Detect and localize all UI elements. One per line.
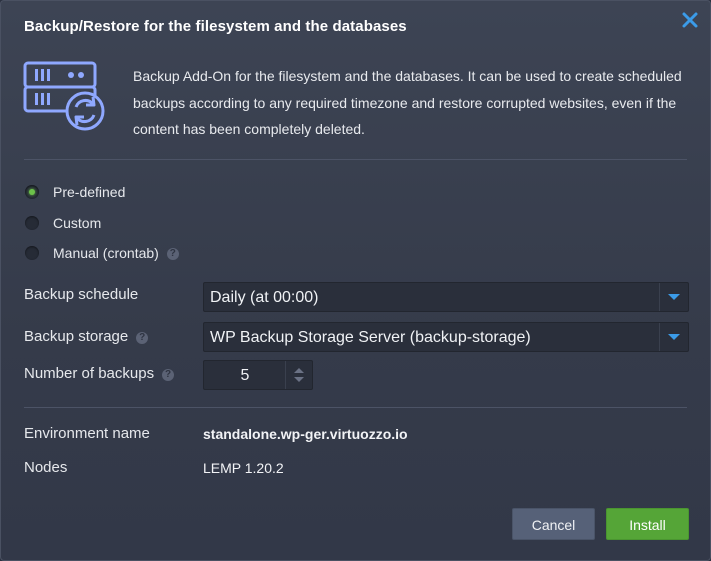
chevron-down-icon — [668, 294, 680, 300]
environment-name-value: standalone.wp-ger.virtuozzo.io — [203, 426, 408, 442]
radio-button[interactable] — [25, 216, 39, 230]
close-icon[interactable] — [680, 10, 700, 30]
server-backup-icon — [23, 61, 105, 131]
divider-top — [24, 159, 687, 160]
backup-schedule-label: Backup schedule — [24, 286, 139, 303]
backup-schedule-select[interactable]: Daily (at 00:00) — [203, 282, 689, 312]
number-of-backups-stepper[interactable]: 5 — [203, 360, 313, 390]
radio-label-manual: Manual (crontab) — [53, 245, 159, 261]
backup-storage-select[interactable]: WP Backup Storage Server (backup-storage… — [203, 322, 689, 352]
stepper-down-icon[interactable] — [294, 377, 304, 382]
radio-button[interactable] — [25, 246, 39, 260]
stepper-up-icon[interactable] — [294, 368, 304, 373]
dialog-description: Backup Add-On for the filesystem and the… — [133, 68, 682, 137]
radio-custom[interactable]: Custom — [25, 214, 101, 232]
cancel-button[interactable]: Cancel — [512, 508, 595, 540]
backup-restore-dialog: Backup/Restore for the filesystem and th… — [0, 0, 711, 561]
help-icon[interactable]: ? — [166, 248, 179, 260]
install-button[interactable]: Install — [606, 508, 689, 540]
backup-schedule-value: Daily (at 00:00) — [210, 289, 319, 306]
number-of-backups-value[interactable]: 5 — [204, 367, 286, 385]
radio-predefined[interactable]: Pre-defined — [25, 183, 125, 201]
divider-bottom — [24, 407, 687, 408]
dialog-title: Backup/Restore for the filesystem and th… — [24, 18, 407, 35]
radio-label-custom: Custom — [53, 215, 102, 231]
stepper-buttons — [285, 361, 312, 389]
radio-manual-crontab[interactable]: Manual (crontab) ? — [25, 244, 179, 262]
nodes-label: Nodes — [24, 459, 68, 476]
dropdown-arrow[interactable] — [659, 323, 688, 351]
number-of-backups-label: Number of backups — [24, 365, 155, 382]
backup-storage-value: WP Backup Storage Server (backup-storage… — [210, 329, 531, 346]
environment-name-label: Environment name — [24, 425, 150, 442]
dropdown-arrow[interactable] — [659, 283, 688, 311]
chevron-down-icon — [668, 334, 680, 340]
help-icon[interactable]: ? — [162, 369, 175, 382]
radio-button-checked[interactable] — [25, 185, 39, 199]
backup-storage-label: Backup storage — [24, 328, 129, 345]
number-of-backups-label-row: Number of backups? — [24, 365, 175, 382]
nodes-value: LEMP 1.20.2 — [203, 460, 284, 476]
help-icon[interactable]: ? — [136, 332, 149, 345]
backup-storage-label-row: Backup storage? — [24, 328, 149, 345]
radio-label-predefined: Pre-defined — [53, 184, 126, 200]
